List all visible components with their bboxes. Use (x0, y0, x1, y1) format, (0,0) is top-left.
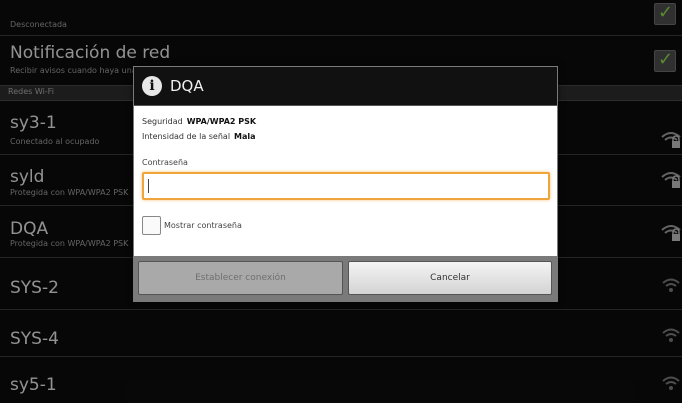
dialog-title: DQA (170, 77, 204, 95)
signal-value: Mala (234, 132, 256, 141)
security-label: Seguridad (142, 117, 183, 126)
security-info: Seguridad WPA/WPA2 PSK (142, 117, 256, 126)
dialog-body: Seguridad WPA/WPA2 PSK Intensidad de la s… (134, 106, 557, 256)
password-input[interactable] (142, 172, 550, 200)
security-value: WPA/WPA2 PSK (186, 117, 257, 126)
dialog-button-bar: Establecer conexión Cancelar (134, 256, 557, 301)
cancel-button[interactable]: Cancelar (348, 261, 552, 295)
signal-label: Intensidad de la señal (142, 132, 231, 141)
signal-info: Intensidad de la señal Mala (142, 132, 256, 141)
info-icon: i (142, 76, 162, 96)
show-password-checkbox[interactable] (142, 216, 161, 235)
wifi-connect-dialog: i DQA Seguridad WPA/WPA2 PSK Intensidad d… (133, 66, 558, 302)
connect-button[interactable]: Establecer conexión (138, 261, 343, 295)
text-cursor (148, 179, 149, 193)
password-label: Contraseña (142, 158, 188, 167)
show-password-label[interactable]: Mostrar contraseña (164, 221, 242, 230)
dialog-header: i DQA (134, 67, 557, 106)
